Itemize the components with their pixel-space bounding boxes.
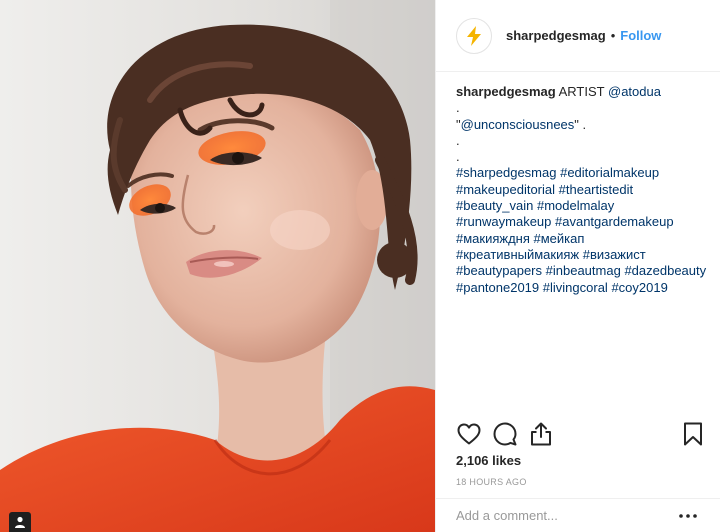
lightning-logo-icon xyxy=(467,25,481,46)
post-photo[interactable] xyxy=(0,0,435,532)
hashtag-link[interactable]: #modelmalay xyxy=(537,198,614,213)
credit-mention-link[interactable]: @unconsciousnees xyxy=(461,117,575,132)
header-separator: • xyxy=(610,28,616,43)
hashtag-link[interactable]: #креативныймакияж xyxy=(456,247,579,262)
post-header: sharpedgesmag • Follow xyxy=(436,0,720,72)
likes-count[interactable]: 2,106 likes xyxy=(456,453,521,468)
post-panel: sharpedgesmag • Follow sharpedgesmag ART… xyxy=(435,0,720,532)
hashtag-line: #макияждня #мейкап xyxy=(456,231,700,247)
tagged-user-icon[interactable] xyxy=(9,512,31,532)
hashtag-line: #beautypapers #inbeautmag #dazedbeauty xyxy=(456,263,706,279)
follow-button[interactable]: Follow xyxy=(620,28,661,43)
hashtag-line: #pantone2019 #livingcoral #coy2019 xyxy=(456,280,700,296)
person-icon xyxy=(15,516,25,528)
hashtag-link[interactable]: #beauty_vain xyxy=(456,198,533,213)
portrait-image xyxy=(0,0,435,532)
caption-first-line: sharpedgesmag ARTIST @atodua xyxy=(456,84,700,100)
hashtag-link[interactable]: #runwaymakeup xyxy=(456,214,551,229)
hashtag-link[interactable]: #editorialmakeup xyxy=(560,165,659,180)
credit-close-quote: " . xyxy=(574,116,587,132)
hashtag-link[interactable]: #макияждня xyxy=(456,231,530,246)
hashtag-link[interactable]: #sharpedgesmag xyxy=(456,165,556,180)
artist-mention-link[interactable]: @atodua xyxy=(608,84,661,99)
caption-username[interactable]: sharpedgesmag xyxy=(456,84,556,99)
hashtag-line: #креативныймакияж #визажист xyxy=(456,247,700,263)
more-options-button[interactable] xyxy=(676,504,700,528)
avatar[interactable] xyxy=(456,17,492,54)
hashtag-link[interactable]: #dazedbeauty xyxy=(624,263,706,278)
hashtag-link[interactable]: #livingcoral xyxy=(543,280,608,295)
hashtag-line: #makeupeditorial #theartistedit xyxy=(456,182,700,198)
caption-credit-line: "@unconsciousnees" . xyxy=(456,117,700,133)
hashtag-line: #runwaymakeup #avantgardemakeup xyxy=(456,214,700,230)
caption-dot-line: . xyxy=(456,149,460,165)
share-upload-icon xyxy=(531,422,551,446)
save-button[interactable] xyxy=(680,421,706,447)
comment-bar xyxy=(436,498,720,532)
hashtag-link[interactable]: #визажист xyxy=(583,247,646,262)
header-username[interactable]: sharpedgesmag xyxy=(506,28,606,43)
hashtag-link[interactable]: #pantone2019 xyxy=(456,280,539,295)
more-dots-icon xyxy=(679,513,697,518)
comment-input[interactable] xyxy=(456,508,676,523)
caption: sharpedgesmag ARTIST @atodua . "@unconsc… xyxy=(436,72,720,296)
caption-dot-line: . xyxy=(456,132,460,148)
post-timestamp[interactable]: 18 HOURS AGO xyxy=(456,477,527,487)
hashtag-link[interactable]: #beautypapers xyxy=(456,263,542,278)
like-button[interactable] xyxy=(456,421,482,447)
hashtag-line: #beauty_vain #modelmalay xyxy=(456,198,700,214)
hashtag-link[interactable]: #theartistedit xyxy=(559,182,633,197)
share-button[interactable] xyxy=(528,421,554,447)
hashtag-link[interactable]: #inbeautmag xyxy=(546,263,621,278)
hashtag-link[interactable]: #makeupeditorial xyxy=(456,182,555,197)
hashtag-link[interactable]: #мейкап xyxy=(534,231,585,246)
hashtag-line: #sharpedgesmag #editorialmakeup xyxy=(456,165,700,181)
comment-button[interactable] xyxy=(492,421,518,447)
hashtag-link[interactable]: #coy2019 xyxy=(611,280,667,295)
heart-outline-icon xyxy=(457,423,481,445)
comment-bubble-icon xyxy=(493,422,517,446)
bookmark-icon xyxy=(684,422,702,446)
caption-artist-prefix: ARTIST xyxy=(558,84,605,99)
caption-dot-line: . xyxy=(456,100,460,116)
post-actions xyxy=(456,420,706,448)
hashtag-link[interactable]: #avantgardemakeup xyxy=(555,214,674,229)
